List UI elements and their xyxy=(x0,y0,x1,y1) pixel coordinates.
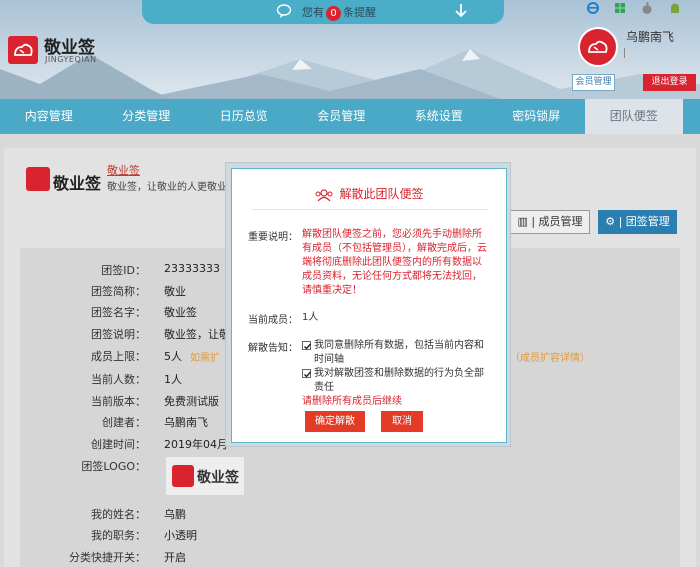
team-logo-preview: 敬业签 xyxy=(166,457,244,495)
team-logo-icon xyxy=(26,167,50,191)
windows-icon[interactable] xyxy=(613,1,627,15)
team-brand-name: 敬业签 xyxy=(53,174,102,193)
info-value: 23333333 xyxy=(164,262,220,275)
info-label: 当前版本： xyxy=(91,395,146,408)
team-description: 敬业签，让敬业的人更敬业 xyxy=(107,182,227,193)
notification-count-badge: 0 xyxy=(326,6,341,21)
dissolve-team-dialog: 解散此团队便签 重要说明： 解散团队便签之前，您必须先手动删除所有成员（不包括管… xyxy=(225,162,511,447)
info-label: 团签名字： xyxy=(91,306,146,319)
users-icon: ▥ xyxy=(517,215,532,228)
divider xyxy=(624,48,625,58)
agree-delete-checkbox[interactable] xyxy=(302,341,312,350)
info-value: 敬业签 xyxy=(164,306,197,319)
nav-item-team[interactable]: 团队便签 xyxy=(585,99,683,134)
nav-item-settings[interactable]: 系统设置 xyxy=(390,99,488,134)
chat-bubble-icon xyxy=(276,4,292,18)
apple-icon[interactable] xyxy=(640,1,654,15)
divider xyxy=(252,209,488,210)
info-label: 当前人数： xyxy=(91,373,146,386)
member-manage-button[interactable]: ▥ | 成员管理 xyxy=(510,210,590,234)
info-label: 团签说明： xyxy=(91,328,146,341)
member-management-button[interactable]: 会员管理 xyxy=(572,74,615,91)
info-value: 小透明 xyxy=(164,529,197,542)
important-text: 解散团队便签之前，您必须先手动删除所有成员（不包括管理员），解散完成后，云端将彻… xyxy=(302,229,487,296)
nav-item-category[interactable]: 分类管理 xyxy=(98,99,196,134)
agree-delete-text: 我同意删除所有数据，包括当前内容和时间轴 xyxy=(314,340,484,365)
expand-detail-link[interactable]: （成员扩容详情） xyxy=(510,349,590,364)
important-label: 重要说明： xyxy=(248,232,298,243)
logo-icon[interactable] xyxy=(8,36,38,64)
team-name-link[interactable]: 敬业签 xyxy=(107,162,140,178)
cancel-button[interactable]: 取消 xyxy=(381,411,423,432)
current-members-label: 当前成员： xyxy=(248,315,298,326)
info-label: 团签LOGO： xyxy=(81,460,146,473)
info-value: 乌鹏南飞 xyxy=(164,416,208,429)
info-label: 我的职务： xyxy=(91,529,146,542)
notice-suffix: 条提醒 xyxy=(343,6,376,19)
info-label: 创建者： xyxy=(102,416,146,429)
dialog-title-text: 解散此团队便签 xyxy=(339,187,424,201)
arrow-down-icon[interactable] xyxy=(454,3,468,19)
info-label: 创建时间： xyxy=(91,438,146,451)
confirm-dissolve-button[interactable]: 确定解散 xyxy=(305,411,365,432)
logo-subtitle: JINGYEQIAN xyxy=(45,55,97,64)
username: 乌鹏南飞 xyxy=(626,30,675,44)
info-value: 敬业 xyxy=(164,285,186,298)
avatar[interactable] xyxy=(578,27,618,67)
nav-item-calendar[interactable]: 日历总览 xyxy=(195,99,293,134)
info-value: 免费测试版 xyxy=(164,395,219,408)
info-label: 团签ID： xyxy=(101,264,146,277)
info-value: 5人 xyxy=(164,350,182,363)
delete-members-warning: 请删除所有成员后继续 xyxy=(302,396,402,407)
info-value: 2019年04月 xyxy=(164,438,228,451)
notice-label: 解散告知： xyxy=(248,343,298,354)
main-nav: 内容管理 分类管理 日历总览 会员管理 系统设置 密码锁屏 团队便签 xyxy=(0,99,700,134)
agree-responsibility-checkbox[interactable] xyxy=(302,369,312,378)
info-label: 分类快捷开关： xyxy=(69,551,146,564)
logo-preview-text: 敬业签 xyxy=(197,470,239,486)
current-members-value: 1人 xyxy=(302,312,319,323)
team-manage-label: 团签管理 xyxy=(625,215,670,228)
dialog-title: 解散此团队便签 xyxy=(232,185,506,202)
info-value: 乌鹏 xyxy=(164,508,186,521)
info-label: 成员上限： xyxy=(91,350,146,363)
logo-preview-icon xyxy=(172,465,194,487)
notice-prefix: 您有 xyxy=(302,6,324,19)
header: 敬业签 JINGYEQIAN 您有 0 条提醒 乌鹏南飞 会员管理 退出登录 xyxy=(0,0,700,99)
team-icon xyxy=(315,188,333,201)
expand-hint[interactable]: 如需扩 xyxy=(190,349,220,364)
info-value: 敬业签，让敬 xyxy=(164,328,230,341)
info-label: 我的姓名： xyxy=(91,508,146,521)
team-manage-button[interactable]: ⚙ | 团签管理 xyxy=(598,210,677,234)
nav-item-members[interactable]: 会员管理 xyxy=(293,99,391,134)
info-value: 开启 xyxy=(164,551,186,564)
android-icon[interactable] xyxy=(668,1,682,15)
ie-icon[interactable] xyxy=(586,1,600,15)
notification-text: 您有 0 条提醒 xyxy=(302,4,376,21)
agree-responsibility-text: 我对解散团签和删除数据的行为负全部责任 xyxy=(314,368,484,393)
info-value: 1人 xyxy=(164,373,182,386)
gear-icon: ⚙ xyxy=(605,215,619,228)
notification-bar[interactable]: 您有 0 条提醒 xyxy=(142,0,504,24)
nav-item-lock[interactable]: 密码锁屏 xyxy=(488,99,586,134)
dialog-body: 解散此团队便签 重要说明： 解散团队便签之前，您必须先手动删除所有成员（不包括管… xyxy=(231,168,507,443)
member-manage-label: 成员管理 xyxy=(538,215,583,228)
info-label: 团签简称： xyxy=(91,285,146,298)
nav-item-content[interactable]: 内容管理 xyxy=(0,99,98,134)
logout-button[interactable]: 退出登录 xyxy=(643,74,696,91)
